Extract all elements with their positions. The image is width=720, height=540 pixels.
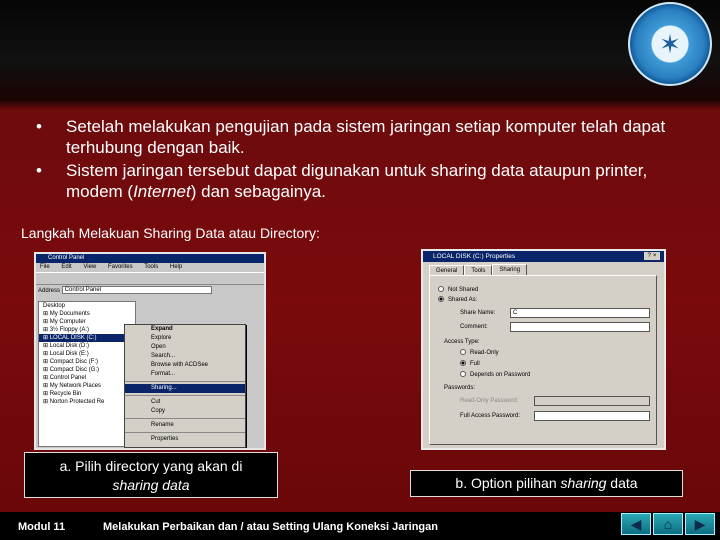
dialog-title: LOCAL DISK (C:) Properties ? × (423, 251, 664, 262)
full-access-password-input[interactable] (534, 411, 650, 421)
sharing-panel: Not Shared Shared As: Share Name: C Comm… (429, 275, 657, 445)
tree-item[interactable]: Desktop (39, 302, 135, 310)
access-type-label: Access Type: (444, 339, 480, 345)
radio-icon (438, 296, 444, 303)
caption-a-line1: a. Pilih directory yang akan di (59, 458, 243, 474)
slide: ✶ • Setelah melakukan pengujian pada sis… (0, 0, 720, 540)
option-label: Full (470, 361, 480, 367)
caption-b-suffix: data (606, 475, 638, 491)
tree-item[interactable]: ⊞ Recycle Bin (39, 390, 135, 398)
radio-icon (438, 286, 444, 293)
tree-item[interactable]: ⊞ My Documents (39, 310, 135, 318)
properties-dialog-screenshot: LOCAL DISK (C:) Properties ? × General To… (421, 249, 666, 450)
menu-item[interactable]: Edit (61, 264, 71, 270)
read-only-password-label: Read-Only Password: (460, 398, 519, 404)
toolbar (36, 272, 264, 285)
context-menu-item[interactable]: Properties (125, 435, 245, 444)
context-menu-item[interactable]: Sharing... (125, 384, 245, 393)
share-name-input[interactable]: C (510, 308, 650, 318)
navigation-buttons: ◀ ⌂ ▶ (621, 513, 717, 535)
bullet-item: • Sistem jaringan tersebut dapat digunak… (28, 160, 668, 202)
address-bar: Address Control Panel (36, 286, 264, 296)
tab-strip: General Tools Sharing (429, 264, 528, 275)
comment-input[interactable] (510, 322, 650, 332)
caption-a-line2: sharing data (112, 477, 190, 493)
bullet-item: • Setelah melakukan pengujian pada siste… (28, 116, 668, 158)
tree-item[interactable]: ⊞ LOCAL DISK (C:) (39, 334, 135, 342)
module-label: Modul 11 (18, 521, 66, 533)
full-option[interactable]: Full (460, 360, 480, 369)
context-menu-item[interactable]: Cut (125, 398, 245, 407)
tree-item[interactable]: ⊞ Norton Protected Re (39, 398, 135, 406)
folder-tree: Desktop ⊞ My Documents ⊞ My Computer ⊞ 3½ F… (38, 301, 136, 447)
bullet-list: • Setelah melakukan pengujian pada siste… (28, 116, 668, 204)
control-panel-screenshot: Control Panel File Edit View Favorites T… (34, 252, 266, 450)
menu-item[interactable]: View (83, 264, 96, 270)
radio-icon (460, 349, 466, 356)
context-menu-item[interactable]: Rename (125, 421, 245, 430)
context-menu-item[interactable]: Browse with ACDSee (125, 361, 245, 370)
share-name-label: Share Name: (460, 310, 496, 316)
bullet-text: Sistem jaringan tersebut dapat digunakan… (66, 161, 648, 201)
context-menu-item[interactable]: Open (125, 343, 245, 352)
menu-item[interactable]: File (40, 264, 50, 270)
context-menu-item[interactable]: Search... (125, 352, 245, 361)
address-label: Address (38, 288, 61, 294)
tree-item[interactable]: ⊞ Compact Disc (F:) (39, 358, 135, 366)
option-label: Not Shared (448, 287, 479, 293)
window-title: Control Panel (36, 254, 264, 263)
read-only-option[interactable]: Read-Only (460, 349, 499, 358)
read-only-password-input[interactable] (534, 396, 650, 406)
passwords-label: Passwords: (444, 385, 476, 391)
logo-emblem: ✶ (628, 2, 712, 86)
menu-item[interactable]: Help (170, 264, 182, 270)
header-band (0, 0, 720, 100)
tree-item[interactable]: ⊞ My Network Places (39, 382, 135, 390)
caption-a: a. Pilih directory yang akan di sharing … (24, 452, 278, 498)
radio-icon (460, 371, 466, 378)
close-button[interactable]: ? × (644, 252, 660, 260)
home-icon[interactable]: ⌂ (653, 513, 683, 535)
tab-general[interactable]: General (429, 265, 465, 275)
comment-label: Comment: (460, 324, 488, 330)
dialog-title-text: LOCAL DISK (C:) Properties (433, 253, 516, 260)
depends-on-password-option[interactable]: Depends on Password (460, 371, 530, 380)
tree-item[interactable]: ⊞ Control Panel (39, 374, 135, 382)
not-shared-option[interactable]: Not Shared (438, 286, 478, 295)
footer: Modul 11 Melakukan Perbaikan dan / atau … (0, 512, 720, 540)
option-label: Read-Only (470, 350, 499, 356)
tree-item[interactable]: ⊞ Local Disk (E:) (39, 350, 135, 358)
address-input[interactable]: Control Panel (61, 286, 212, 295)
tab-sharing[interactable]: Sharing (492, 264, 528, 275)
context-menu-item[interactable]: Format... (125, 370, 245, 379)
tree-item[interactable]: ⊞ Compact Disc (G:) (39, 366, 135, 374)
tree-item[interactable]: ⊞ 3½ Floppy (A:) (39, 326, 135, 334)
menu-item[interactable]: Favorites (108, 264, 133, 270)
context-menu-item[interactable]: Copy (125, 407, 245, 416)
back-arrow-icon[interactable]: ◀ (621, 513, 651, 535)
forward-arrow-icon[interactable]: ▶ (685, 513, 715, 535)
context-menu-item[interactable]: Expand (125, 325, 245, 334)
footer-title: Melakukan Perbaikan dan / atau Setting U… (103, 521, 438, 533)
context-menu-item[interactable]: Explore (125, 334, 245, 343)
radio-icon (460, 360, 466, 367)
menu-item[interactable]: Tools (144, 264, 158, 270)
option-label: Shared As: (448, 297, 478, 303)
option-label: Depends on Password (470, 372, 531, 378)
caption-b-italic: sharing (560, 475, 607, 491)
bullet-dot: • (36, 161, 42, 180)
shared-as-option[interactable]: Shared As: (438, 296, 477, 305)
bullet-dot: • (36, 117, 42, 136)
tree-item[interactable]: ⊞ Local Disk (D:) (39, 342, 135, 350)
tab-tools[interactable]: Tools (464, 265, 493, 275)
full-access-password-label: Full Access Password: (460, 413, 521, 419)
caption-b: b. Option pilihan sharing data (410, 470, 683, 497)
bullet-text: Setelah melakukan pengujian pada sistem … (66, 117, 666, 157)
caption-b-prefix: b. Option pilihan (455, 475, 561, 491)
menu-bar: File Edit View Favorites Tools Help (36, 263, 264, 271)
emblem-icon: ✶ (659, 29, 681, 59)
tree-item[interactable]: ⊞ My Computer (39, 318, 135, 326)
context-menu: Expand Explore Open Search... Browse with AC… (124, 324, 246, 448)
subheading: Langkah Melakuan Sharing Data atau Direc… (21, 225, 320, 241)
